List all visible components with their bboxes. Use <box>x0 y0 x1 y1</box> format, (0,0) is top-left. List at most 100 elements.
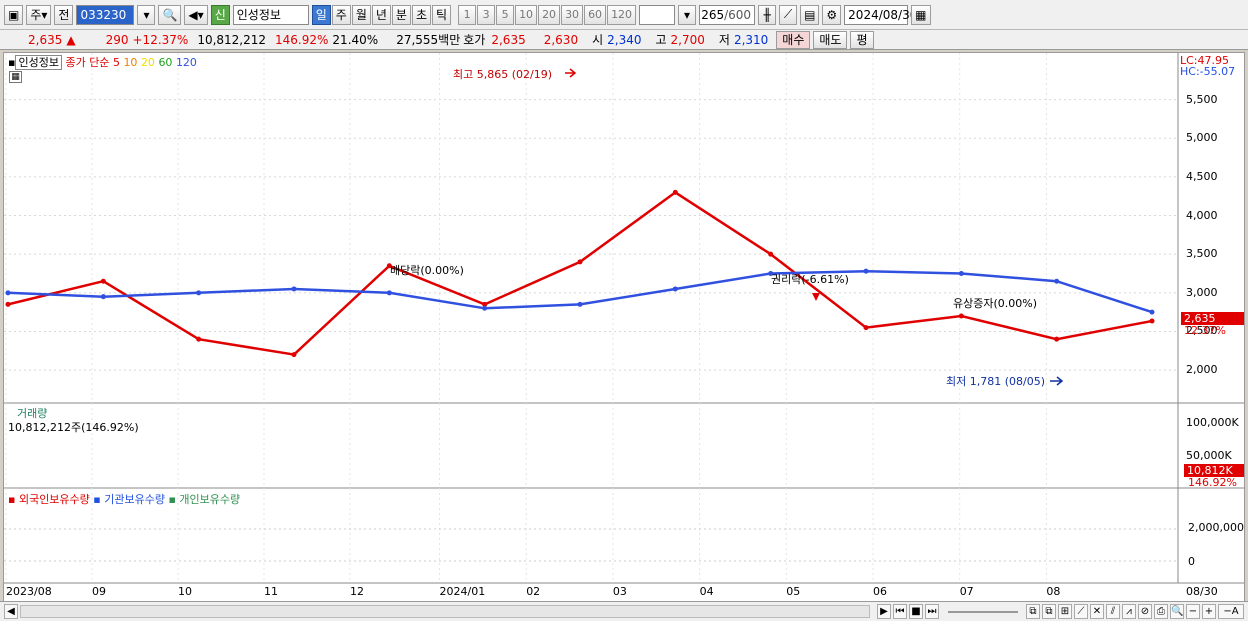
holding-legend-item-0[interactable]: ▪ 외국인보유수량 <box>8 493 93 506</box>
price-panel-legend: ▪ 인성정보 종가 단순 5 10 20 60 120 <box>8 54 197 70</box>
copy-icon[interactable]: ⧉ <box>1026 604 1040 619</box>
interval-dropdown-icon[interactable]: ▾ <box>678 4 697 25</box>
print-icon[interactable]: ⎙ <box>1154 604 1168 619</box>
sell-button[interactable]: 매도 <box>813 30 848 49</box>
draw-tool-icon[interactable]: ⟋ <box>779 4 798 25</box>
horizontal-scrollbar[interactable] <box>20 605 870 618</box>
period-button-5[interactable]: 초 <box>411 4 432 25</box>
hc-value: HC:-55.07 <box>1180 65 1236 78</box>
ma-line-5 <box>7 190 1153 356</box>
date-field[interactable]: 2024/08/30 <box>844 4 917 25</box>
channel-tool-icon[interactable]: ⫽ <box>1106 604 1120 619</box>
period-select-label: 주 <box>30 8 42 22</box>
period-button-2[interactable]: 월 <box>351 4 371 25</box>
series-point-5 <box>5 301 11 307</box>
eval-button[interactable]: 평 <box>850 30 874 49</box>
zoom-search-icon[interactable]: 🔍 <box>1170 604 1185 619</box>
interval-button-10[interactable]: 10 <box>515 4 538 25</box>
series-point-5 <box>958 313 964 319</box>
price-tick-label: 5,000 <box>1186 131 1218 145</box>
quote-bar: 2,635 ▲ 290 +12.37% 10,812,212 146.92% 2… <box>0 30 1248 50</box>
chart-area[interactable]: ▪ 인성정보 종가 단순 5 10 20 60 120 ▦ LC:47.95 HC… <box>3 52 1245 602</box>
zoom-slider[interactable] <box>948 611 1018 613</box>
stock-name-field[interactable]: 인성정보 <box>232 4 309 25</box>
code-dropdown-icon[interactable]: ▾ <box>137 4 156 25</box>
trend-tool-icon[interactable]: ⟋ <box>1074 604 1088 619</box>
price-tick-label: 5,500 <box>1186 92 1218 106</box>
grid-toggle-icon[interactable]: ▦ <box>9 71 22 83</box>
x-tick-label: 12 <box>350 585 364 598</box>
series-point-5 <box>863 325 869 331</box>
font-size-icon[interactable]: −A <box>1218 604 1244 619</box>
search-icon[interactable]: 🔍 <box>158 4 182 25</box>
series-point-5 <box>577 259 583 265</box>
candle-tool-icon[interactable]: ╫ <box>758 4 777 25</box>
period-button-6[interactable]: 틱 <box>432 4 452 25</box>
ma-period-20[interactable]: 20 <box>141 56 159 69</box>
count-value: 265 <box>701 7 725 22</box>
ma-period-5[interactable]: 5 <box>113 56 124 69</box>
volume-tick-100k: 100,000K <box>1186 416 1239 429</box>
period-select[interactable]: 주 ▾ <box>26 4 52 25</box>
open-value: 2,340 <box>607 32 642 47</box>
step-back-icon[interactable]: ⏮ <box>893 604 907 619</box>
stock-code-input[interactable]: 033230 <box>76 4 135 25</box>
series-point-120 <box>1149 309 1155 315</box>
count-field[interactable]: 265/600 <box>699 4 756 25</box>
x-tick-label: 05 <box>786 585 801 598</box>
chart-canvas[interactable] <box>4 53 1244 601</box>
count-total: /600 <box>724 7 752 22</box>
paste-icon[interactable]: ⧉ <box>1042 604 1056 619</box>
window-menu-icon[interactable]: ▣ <box>4 4 24 25</box>
interval-button-120[interactable]: 120 <box>607 4 637 25</box>
high-annotation: 최고 5,865 (02/19) <box>453 68 553 81</box>
period-button-1[interactable]: 주 <box>331 4 351 25</box>
ma-period-60[interactable]: 60 <box>158 56 176 69</box>
fibo-tool-icon[interactable]: ⩘ <box>1122 604 1136 619</box>
interval-button-20[interactable]: 20 <box>538 4 561 25</box>
prefix-button[interactable]: 전 <box>54 4 74 25</box>
dividend-annotation: 배당락(0.00%) <box>390 264 464 277</box>
amount: 27,555백만 <box>396 33 461 47</box>
ma-period-120[interactable]: 120 <box>176 56 197 69</box>
turnover: 21.40% <box>332 32 379 47</box>
low-marker-arrow <box>1050 376 1064 386</box>
period-button-4[interactable]: 분 <box>391 4 411 25</box>
speaker-icon[interactable]: ◀▾ <box>184 4 208 25</box>
layout-icon[interactable]: ⊞ <box>1058 604 1072 619</box>
x-tick-label: 10 <box>178 585 192 598</box>
interval-button-5[interactable]: 5 <box>496 4 515 25</box>
paid-increase-annotation: 유상증자(0.00%) <box>953 297 1038 310</box>
series-point-120 <box>291 286 297 292</box>
price-tick-label: 4,500 <box>1186 169 1218 183</box>
calendar-icon[interactable]: ▦ <box>911 4 931 25</box>
x-end-label: 08/30 <box>1186 585 1218 598</box>
step-forward-icon[interactable]: ⏭ <box>925 604 939 619</box>
buy-button[interactable]: 매수 <box>776 30 811 49</box>
zoom-out-icon[interactable]: − <box>1186 604 1200 619</box>
cross-tool-icon[interactable]: ✕ <box>1090 604 1104 619</box>
interval-button-30[interactable]: 30 <box>561 4 584 25</box>
scroll-left-icon[interactable]: ◀ <box>4 604 18 619</box>
interval-button-60[interactable]: 60 <box>584 4 607 25</box>
zoom-in-icon[interactable]: + <box>1202 604 1216 619</box>
period-button-0[interactable]: 일 <box>311 4 331 25</box>
period-button-3[interactable]: 년 <box>371 4 391 25</box>
erase-tool-icon[interactable]: ⊘ <box>1138 604 1152 619</box>
scroll-right-icon[interactable]: ▶ <box>877 604 891 619</box>
holding-tick-0: 0 <box>1188 555 1195 568</box>
series-point-5 <box>1054 336 1060 342</box>
x-tick-label: 03 <box>612 585 627 598</box>
holding-legend-item-2[interactable]: ▪ 개인보유수량 <box>168 493 240 506</box>
change-value: 290 <box>105 32 129 47</box>
low-value: 2,310 <box>733 32 769 47</box>
series-point-120 <box>672 286 678 292</box>
save-icon[interactable]: ▤ <box>800 4 820 25</box>
holding-legend-item-1[interactable]: ▪ 기관보유수량 <box>93 493 168 506</box>
interval-button-3[interactable]: 3 <box>477 4 496 25</box>
stop-icon[interactable]: ■ <box>909 604 923 619</box>
ma-period-10[interactable]: 10 <box>123 56 141 69</box>
interval-input[interactable] <box>639 4 676 25</box>
interval-button-1[interactable]: 1 <box>458 4 477 25</box>
settings-gear-icon[interactable]: ⚙ <box>822 4 842 25</box>
